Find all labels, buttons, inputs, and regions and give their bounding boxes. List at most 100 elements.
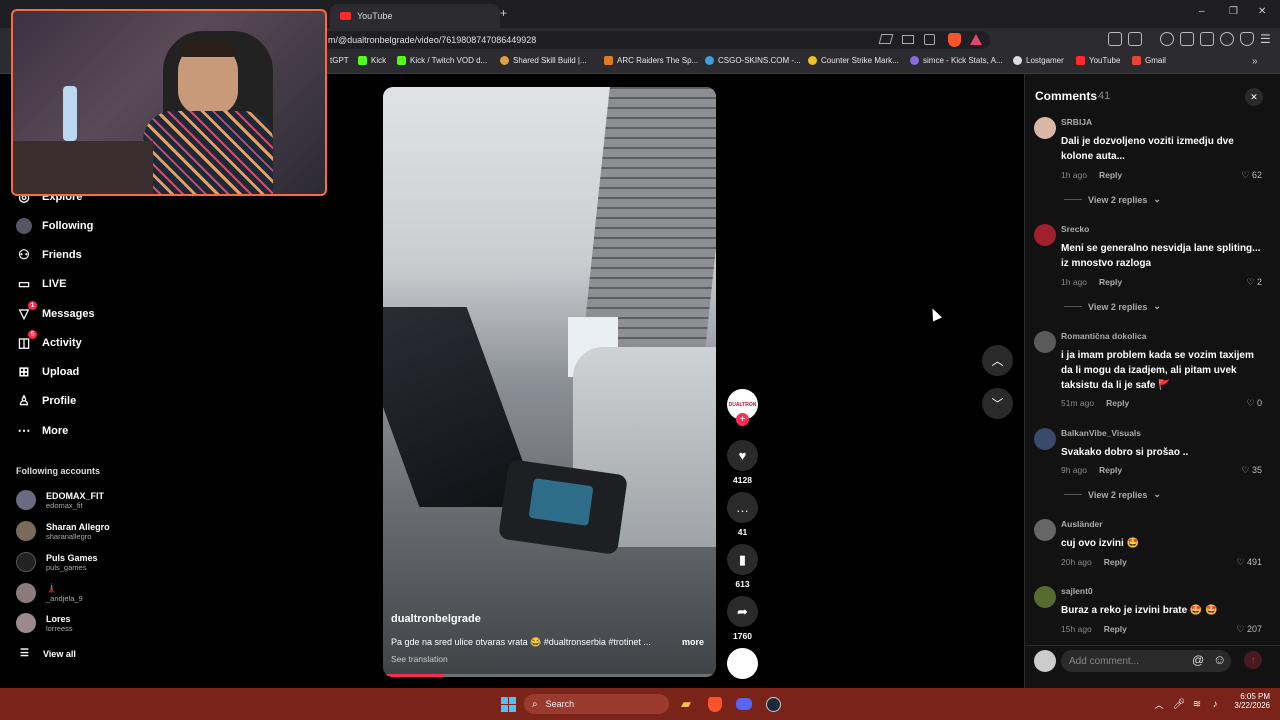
comment-user[interactable]: Srecko: [1061, 224, 1089, 234]
windows-start-icon[interactable]: [497, 694, 519, 714]
nav-messages[interactable]: ▽ 1 Messages: [16, 301, 95, 322]
brave-browser-icon[interactable]: [704, 694, 726, 714]
bookmark-item[interactable]: Counter Strike Mark...: [808, 56, 899, 65]
nav-more[interactable]: ⋯ More: [16, 423, 69, 439]
avatar[interactable]: [1034, 586, 1056, 608]
taskbar-search[interactable]: ⌕ Search: [524, 694, 669, 714]
avatar[interactable]: [1034, 428, 1056, 450]
reply-button[interactable]: Reply: [1099, 465, 1122, 475]
comment-icon[interactable]: …: [727, 492, 758, 523]
reply-button[interactable]: Reply: [1099, 170, 1122, 180]
see-translation-link[interactable]: See translation: [391, 654, 448, 664]
comment-user[interactable]: SRBIJA: [1061, 117, 1092, 127]
bookmark-item[interactable]: Shared Skill Build |...: [500, 56, 587, 65]
brave-shield-icon[interactable]: [948, 33, 961, 47]
vpn-shield-icon[interactable]: [1240, 32, 1254, 46]
comment-user[interactable]: sajlent0: [1061, 586, 1093, 596]
comment-user[interactable]: BalkanVibe_Visuals: [1061, 428, 1141, 438]
creator-avatar[interactable]: DUALTRON +: [727, 389, 758, 426]
close-window-button[interactable]: ✕: [1258, 6, 1266, 17]
comment-like-button[interactable]: ♡ 35: [1241, 465, 1262, 476]
video-progress-bar[interactable]: [383, 674, 716, 677]
share-arrow-icon[interactable]: ➦: [727, 596, 758, 627]
new-tab-button[interactable]: +: [500, 6, 507, 20]
avatar[interactable]: [1034, 331, 1056, 353]
file-explorer-icon[interactable]: ▰: [675, 694, 697, 714]
comment-action[interactable]: … 41: [727, 492, 758, 537]
steam-icon[interactable]: [762, 694, 784, 714]
view-all-link[interactable]: ☰ View all: [20, 648, 76, 659]
comment-like-button[interactable]: ♡ 62: [1241, 170, 1262, 181]
share-icon[interactable]: [924, 34, 935, 45]
previous-video-button[interactable]: ︿: [982, 345, 1013, 376]
mention-button[interactable]: @: [1192, 653, 1204, 667]
comment-like-button[interactable]: ♡ 491: [1236, 557, 1262, 568]
send-comment-button[interactable]: ↑: [1244, 651, 1262, 669]
brave-rewards-icon[interactable]: [970, 34, 982, 45]
tab-youtube[interactable]: YouTube: [330, 4, 500, 28]
minimize-button[interactable]: –: [1199, 6, 1205, 17]
nav-friends[interactable]: ⚇ Friends: [16, 247, 82, 263]
bookmark-item[interactable]: ARC Raiders The Sp...: [604, 56, 698, 65]
bookmark-item[interactable]: YouTube: [1076, 56, 1120, 65]
avatar[interactable]: [1034, 117, 1056, 139]
wallet-icon[interactable]: [1200, 32, 1214, 46]
save-action[interactable]: ▮ 613: [727, 544, 758, 589]
heart-icon[interactable]: ♥: [727, 440, 758, 471]
account-item[interactable]: Puls Games puls_games: [16, 552, 98, 572]
clock[interactable]: 6:05 PM 3/22/2026: [1226, 692, 1270, 710]
extensions-icon[interactable]: [1108, 32, 1122, 46]
nav-activity[interactable]: ◫ 5 Activity: [16, 330, 82, 351]
nav-profile[interactable]: ♙ Profile: [16, 393, 76, 409]
caption-more-link[interactable]: more: [682, 637, 704, 647]
nav-following[interactable]: Following: [16, 218, 93, 234]
discord-icon[interactable]: [733, 694, 755, 714]
comment-user[interactable]: Ausländer: [1061, 519, 1103, 529]
view-replies-button[interactable]: View 2 replies ⌄: [1064, 194, 1161, 205]
bookmark-item[interactable]: Kick / Twitch VOD d...: [397, 56, 487, 65]
reply-button[interactable]: Reply: [1099, 277, 1122, 287]
video-author[interactable]: dualtronbelgrade: [391, 613, 481, 625]
emoji-button[interactable]: ☺: [1213, 652, 1226, 667]
reply-button[interactable]: Reply: [1104, 557, 1127, 567]
account-item[interactable]: EDOMAX_FIT edomax_fit: [16, 490, 104, 510]
bookmarks-overflow-button[interactable]: »: [1252, 56, 1258, 67]
bookmark-item[interactable]: tGPT: [330, 56, 349, 65]
reader-icon[interactable]: [1180, 32, 1194, 46]
bookmark-item[interactable]: CSGO-SKINS.COM -...: [705, 56, 801, 65]
reply-button[interactable]: Reply: [1106, 398, 1129, 408]
nav-upload[interactable]: ⊞ Upload: [16, 364, 80, 380]
sidebar-panel-icon[interactable]: [1128, 32, 1142, 46]
like-action[interactable]: ♥ 4128: [727, 440, 758, 485]
bookmark-item[interactable]: Kick: [358, 56, 386, 65]
account-item[interactable]: Sharan Allegro sharanallegro: [16, 521, 110, 541]
comment-like-button[interactable]: ♡ 2: [1246, 277, 1262, 288]
media-icon[interactable]: [1160, 32, 1174, 46]
maximize-button[interactable]: ❐: [1229, 6, 1238, 17]
account-item[interactable]: 🗼 _andjela_9: [16, 583, 83, 603]
music-disc-icon[interactable]: [727, 648, 758, 679]
reply-button[interactable]: Reply: [1104, 624, 1127, 634]
nav-live[interactable]: ▭ LIVE: [16, 276, 67, 292]
comment-like-button[interactable]: ♡ 0: [1246, 398, 1262, 409]
avatar[interactable]: [1034, 224, 1056, 246]
cast-icon[interactable]: [902, 35, 914, 44]
follow-button[interactable]: +: [736, 413, 749, 426]
view-replies-button[interactable]: View 2 replies ⌄: [1064, 301, 1161, 312]
bookmark-item[interactable]: simce - Kick Stats, A...: [910, 56, 1003, 65]
comment-user[interactable]: Romantična dokolica: [1061, 331, 1147, 341]
account-item[interactable]: Lores lorreess: [16, 613, 73, 633]
tray-overflow-icon[interactable]: ︿: [1148, 694, 1170, 714]
bookmark-item[interactable]: Lostgamer: [1013, 56, 1064, 65]
volume-icon[interactable]: ♪: [1204, 694, 1226, 714]
close-comments-button[interactable]: ✕: [1245, 88, 1263, 106]
video-player[interactable]: dualtronbelgrade Pa gde na sred ulice ot…: [383, 87, 716, 677]
avatar[interactable]: [1034, 519, 1056, 541]
bookmark-item[interactable]: Gmail: [1132, 56, 1166, 65]
menu-icon[interactable]: ☰: [1260, 32, 1271, 46]
share-action[interactable]: ➦ 1760: [727, 596, 758, 641]
comment-like-button[interactable]: ♡ 207: [1236, 624, 1262, 635]
leo-ai-icon[interactable]: [1220, 32, 1234, 46]
comment-input[interactable]: Add comment...: [1061, 650, 1231, 672]
bookmark-icon[interactable]: ▮: [727, 544, 758, 575]
